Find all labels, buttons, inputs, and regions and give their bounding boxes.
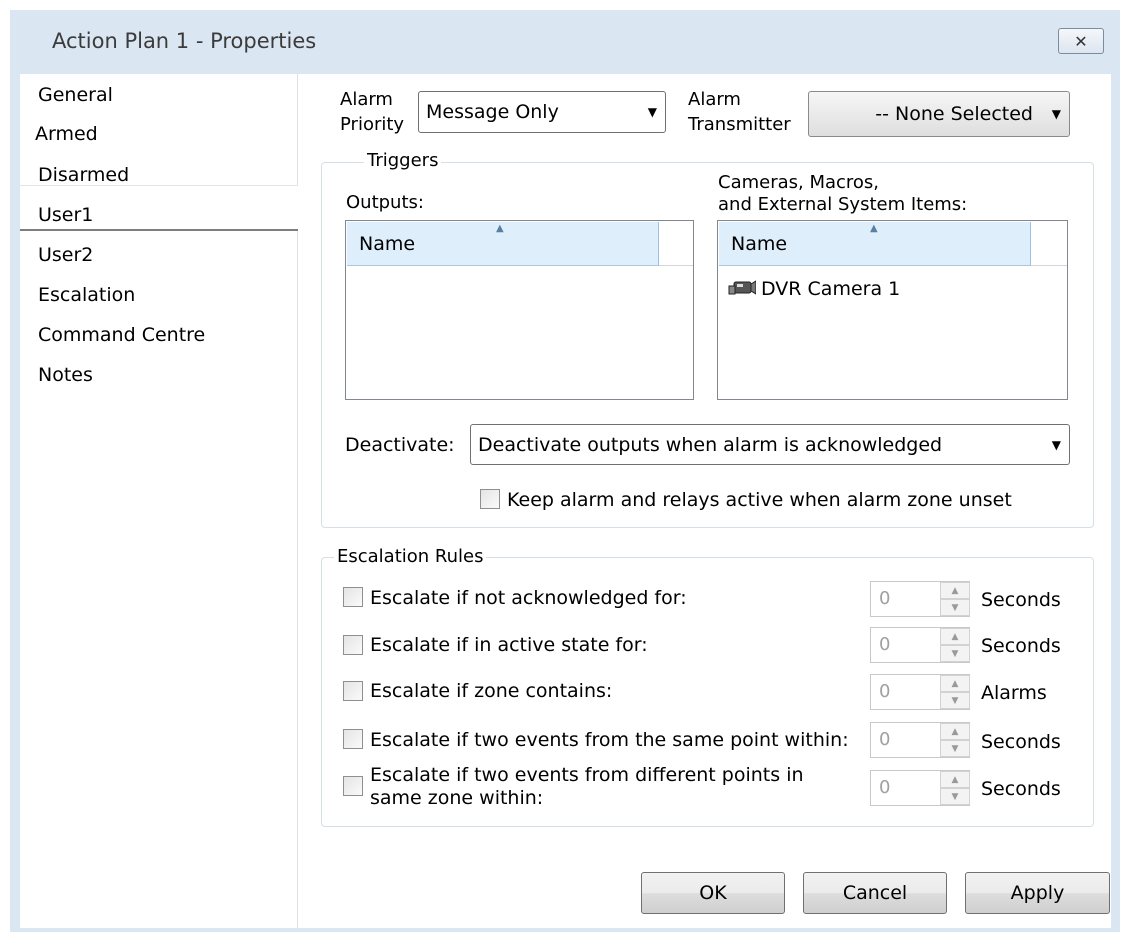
chevron-down-icon[interactable]: ▼ (940, 599, 970, 616)
chevron-down-icon: ▼ (1051, 107, 1061, 121)
stepper-value: 0 (879, 681, 891, 702)
escalate-zone-contains-stepper[interactable]: 0 ▲ ▼ (870, 674, 970, 710)
escalate-different-points-checkbox[interactable] (343, 776, 363, 796)
alarm-priority-label-line2: Priority (340, 114, 405, 135)
items-name-header-label: Name (731, 232, 788, 255)
deactivate-value: Deactivate outputs when alarm is acknowl… (478, 433, 943, 456)
escalate-different-points-label-line2: same zone within: (370, 787, 544, 809)
escalate-not-acknowledged-label: Escalate if not acknowledged for: (370, 587, 687, 609)
items-label-line2: and External System Items: (718, 194, 968, 215)
sort-ascending-icon: ▲ (496, 223, 504, 234)
escalate-active-state-label: Escalate if in active state for: (370, 634, 648, 656)
list-item[interactable]: DVR Camera 1 (761, 278, 900, 300)
unit-label: Seconds (981, 778, 1061, 800)
escalate-same-point-checkbox[interactable] (343, 729, 363, 749)
unit-label: Seconds (981, 635, 1061, 657)
alarm-transmitter-select[interactable]: -- None Selected ▼ (808, 91, 1070, 137)
escalate-active-state-stepper[interactable]: 0 ▲ ▼ (870, 627, 970, 663)
outputs-name-header-label: Name (359, 232, 416, 255)
chevron-up-icon[interactable]: ▲ (940, 582, 970, 599)
items-label-line1: Cameras, Macros, (718, 172, 880, 193)
chevron-down-icon: ▼ (1051, 437, 1061, 452)
close-button[interactable]: ✕ (1058, 28, 1104, 54)
chevron-up-icon[interactable]: ▲ (940, 723, 970, 740)
unit-label: Seconds (981, 589, 1061, 611)
items-header-filler (1031, 222, 1067, 266)
cancel-button[interactable]: Cancel (803, 872, 947, 914)
deactivate-select[interactable]: Deactivate outputs when alarm is acknowl… (470, 424, 1070, 465)
outputs-label: Outputs: (346, 192, 424, 213)
chevron-up-icon[interactable]: ▲ (940, 771, 970, 788)
escalation-group-title: Escalation Rules (334, 546, 487, 567)
sidebar-item-armed[interactable]: Armed (35, 123, 98, 145)
apply-button[interactable]: Apply (965, 872, 1110, 914)
escalate-same-point-label: Escalate if two events from the same poi… (370, 729, 849, 751)
escalate-different-points-label-line1: Escalate if two events from different po… (370, 764, 804, 786)
chevron-down-icon: ▼ (647, 105, 657, 119)
alarm-priority-label-line1: Alarm (340, 89, 393, 110)
outputs-list[interactable]: Name ▲ (345, 220, 694, 400)
sidebar-nav: General Armed Disarmed User1 User2 Escal… (20, 74, 298, 928)
unit-label: Alarms (981, 682, 1047, 704)
escalate-different-points-stepper[interactable]: 0 ▲ ▼ (870, 770, 970, 806)
sidebar-item-disarmed[interactable]: Disarmed (38, 164, 129, 186)
triggers-group-title: Triggers (364, 150, 442, 171)
keep-active-label: Keep alarm and relays active when alarm … (507, 489, 1012, 511)
alarm-transmitter-label-line2: Transmitter (688, 114, 791, 135)
sidebar-item-user1[interactable]: User1 (38, 204, 93, 226)
chevron-up-icon[interactable]: ▲ (940, 628, 970, 645)
cameras-macros-list[interactable]: Name ▲ (717, 220, 1068, 400)
alarm-priority-select[interactable]: Message Only ▼ (418, 91, 666, 133)
escalate-same-point-stepper[interactable]: 0 ▲ ▼ (870, 722, 970, 758)
unit-label: Seconds (981, 731, 1061, 753)
close-icon: ✕ (1074, 31, 1088, 51)
stepper-value: 0 (879, 634, 891, 655)
stepper-value: 0 (879, 729, 891, 750)
chevron-down-icon[interactable]: ▼ (940, 740, 970, 757)
chevron-up-icon[interactable]: ▲ (940, 675, 970, 692)
chevron-down-icon[interactable]: ▼ (940, 645, 970, 662)
escalate-not-acknowledged-checkbox[interactable] (343, 587, 363, 607)
deactivate-label: Deactivate: (345, 434, 455, 456)
outputs-header-filler (659, 222, 693, 266)
alarm-transmitter-value: -- None Selected (875, 103, 1033, 125)
sort-ascending-icon: ▲ (870, 223, 878, 234)
sidebar-item-general[interactable]: General (38, 84, 113, 106)
sidebar-item-escalation[interactable]: Escalation (38, 284, 135, 306)
chevron-down-icon[interactable]: ▼ (940, 692, 970, 709)
stepper-value: 0 (879, 588, 891, 609)
keep-active-checkbox[interactable] (480, 489, 500, 509)
sidebar-item-command-centre[interactable]: Command Centre (38, 324, 205, 346)
escalate-zone-contains-checkbox[interactable] (343, 681, 363, 701)
sidebar-item-notes[interactable]: Notes (38, 364, 93, 386)
alarm-transmitter-label-line1: Alarm (688, 89, 741, 110)
stepper-value: 0 (879, 777, 891, 798)
window-title: Action Plan 1 - Properties (52, 29, 317, 53)
escalate-zone-contains-label: Escalate if zone contains: (370, 680, 613, 702)
escalate-not-acknowledged-stepper[interactable]: 0 ▲ ▼ (870, 581, 970, 617)
ok-button[interactable]: OK (641, 872, 785, 914)
escalate-active-state-checkbox[interactable] (343, 635, 363, 655)
camera-icon (728, 280, 756, 295)
alarm-priority-value: Message Only (426, 101, 559, 123)
sidebar-item-user2[interactable]: User2 (38, 244, 93, 266)
chevron-down-icon[interactable]: ▼ (940, 788, 970, 805)
